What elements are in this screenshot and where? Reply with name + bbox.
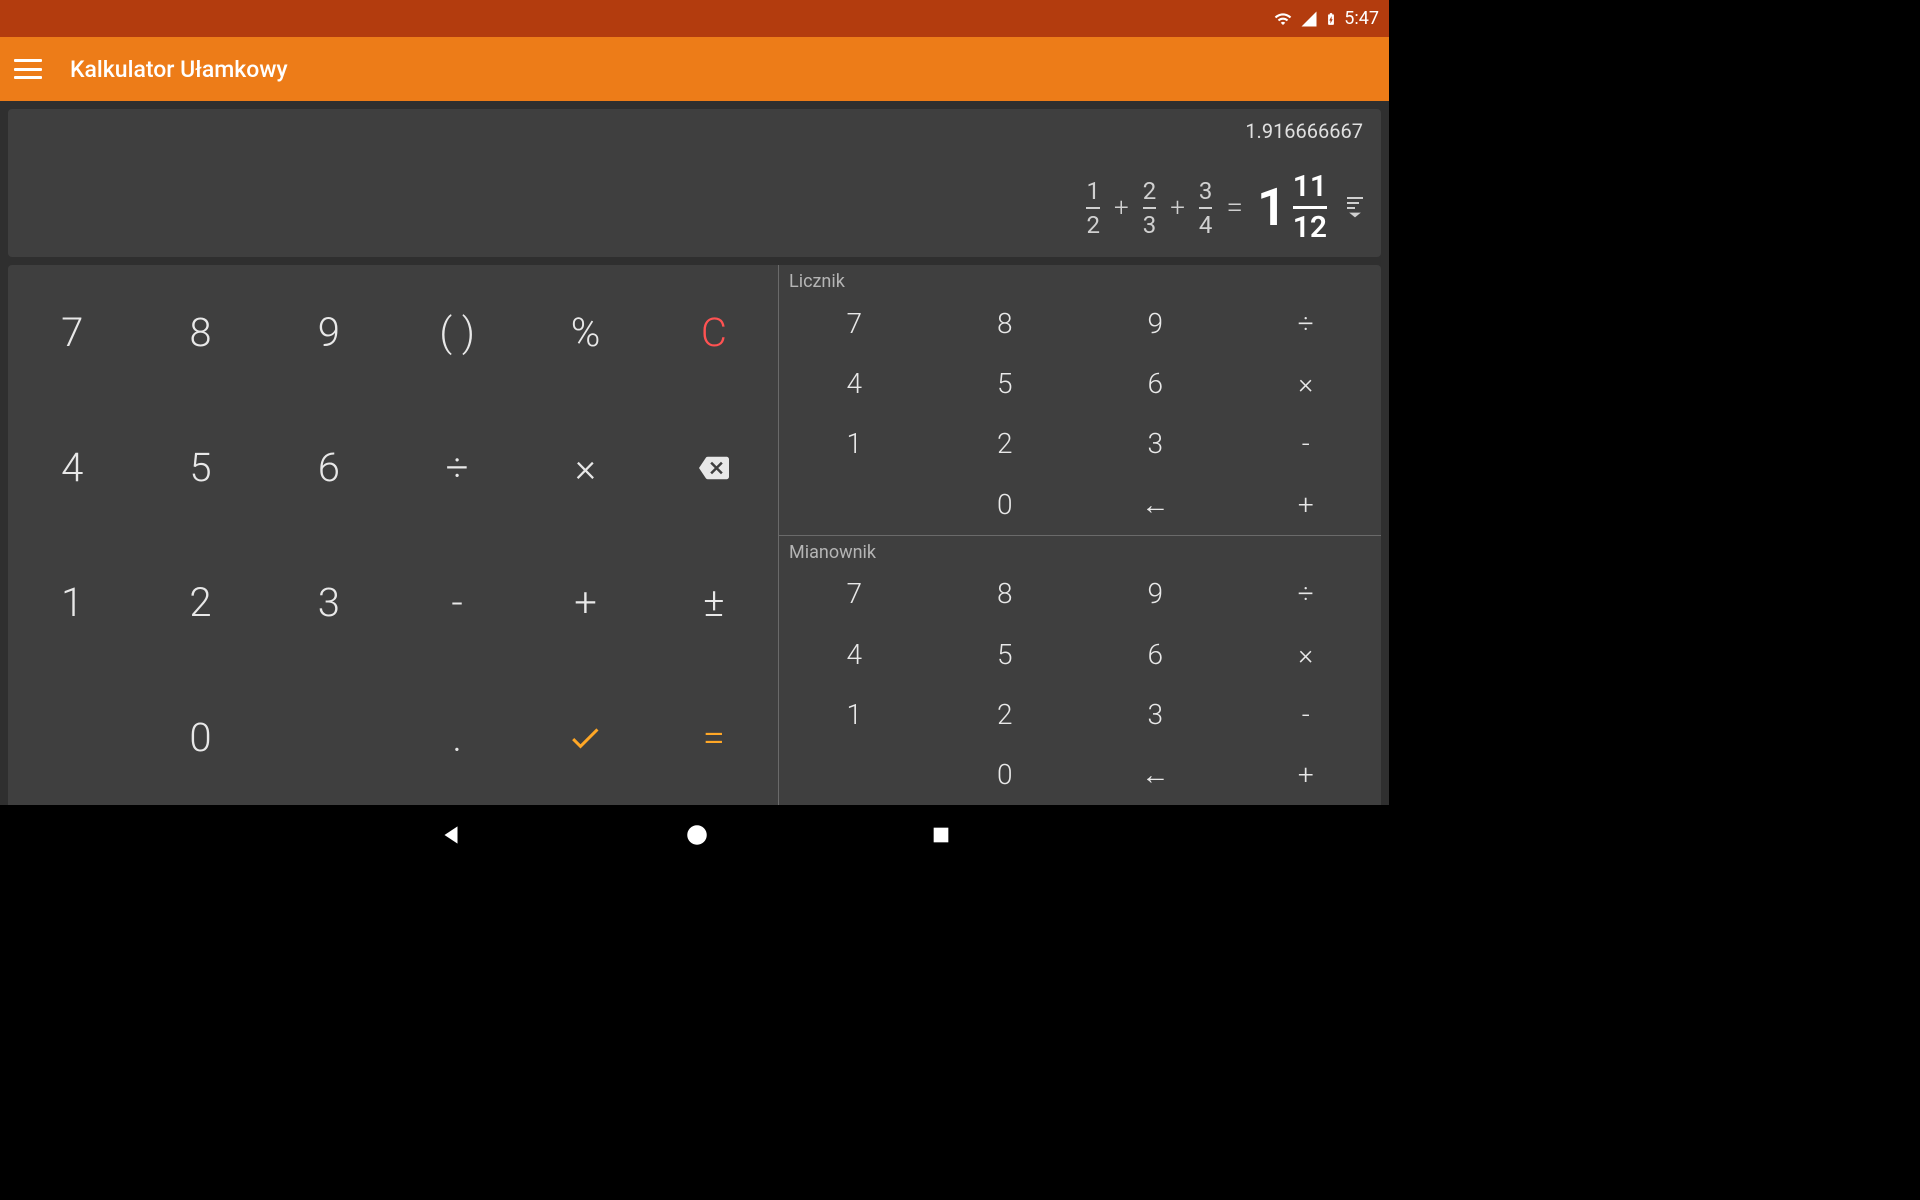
num-key-4[interactable]: 4 xyxy=(779,353,930,413)
fraction-2: 2 3 xyxy=(1143,179,1157,237)
num-key-3[interactable]: 3 xyxy=(1080,414,1231,474)
den-key-4[interactable]: 4 xyxy=(779,624,930,684)
num-key-multiply[interactable]: × xyxy=(1231,353,1382,413)
battery-charging-icon xyxy=(1324,9,1338,29)
main-keypad: 7 8 9 ( ) % C 4 5 6 ÷ × 1 2 3 - + ± xyxy=(8,265,778,805)
den-key-back[interactable]: ← xyxy=(1080,745,1231,805)
status-time: 5:47 xyxy=(1344,8,1379,29)
den-key-multiply[interactable]: × xyxy=(1231,624,1382,684)
nav-back-icon[interactable] xyxy=(438,822,464,852)
plus-icon: + xyxy=(1114,193,1129,223)
key-parentheses[interactable]: ( ) xyxy=(393,265,521,400)
plus-icon: + xyxy=(1170,193,1185,223)
den-key-2[interactable]: 2 xyxy=(930,684,1081,744)
key-percent[interactable]: % xyxy=(521,265,649,400)
key-2[interactable]: 2 xyxy=(136,535,264,670)
den-key-plus[interactable]: + xyxy=(1231,745,1382,805)
num-key-plus[interactable]: + xyxy=(1231,474,1382,534)
den-key-5[interactable]: 5 xyxy=(930,624,1081,684)
den-key-1[interactable]: 1 xyxy=(779,684,930,744)
key-7[interactable]: 7 xyxy=(8,265,136,400)
key-equals[interactable]: = xyxy=(650,670,778,805)
wifi-icon xyxy=(1272,10,1294,28)
key-4[interactable]: 4 xyxy=(8,400,136,535)
num-key-divide[interactable]: ÷ xyxy=(1231,293,1382,353)
key-minus[interactable]: - xyxy=(393,535,521,670)
keypad-area: 7 8 9 ( ) % C 4 5 6 ÷ × 1 2 3 - + ± xyxy=(8,265,1381,805)
key-plus[interactable]: + xyxy=(521,535,649,670)
key-decimal[interactable]: . xyxy=(393,670,521,805)
fraction-1: 1 2 xyxy=(1086,179,1100,237)
status-bar: 5:47 xyxy=(0,0,1389,37)
key-8[interactable]: 8 xyxy=(136,265,264,400)
navigation-bar xyxy=(0,805,1389,868)
den-key-7[interactable]: 7 xyxy=(779,564,930,624)
fraction-result: 1 11 12 xyxy=(1257,172,1327,243)
equals-sign: = xyxy=(1226,190,1243,225)
num-key-9[interactable]: 9 xyxy=(1080,293,1231,353)
numerator-label: Licznik xyxy=(779,265,1381,293)
fraction-3: 3 4 xyxy=(1199,179,1213,237)
num-key-7[interactable]: 7 xyxy=(779,293,930,353)
expand-steps-icon[interactable] xyxy=(1347,197,1363,219)
den-key-divide[interactable]: ÷ xyxy=(1231,564,1382,624)
den-key-8[interactable]: 8 xyxy=(930,564,1081,624)
num-key-6[interactable]: 6 xyxy=(1080,353,1231,413)
key-blank xyxy=(8,670,136,805)
key-multiply[interactable]: × xyxy=(521,400,649,535)
num-key-5[interactable]: 5 xyxy=(930,353,1081,413)
den-key-minus[interactable]: - xyxy=(1231,684,1382,744)
signal-icon xyxy=(1300,10,1318,28)
key-6[interactable]: 6 xyxy=(265,400,393,535)
num-key-blank xyxy=(779,474,930,534)
num-key-minus[interactable]: - xyxy=(1231,414,1382,474)
key-5[interactable]: 5 xyxy=(136,400,264,535)
key-1[interactable]: 1 xyxy=(8,535,136,670)
nav-recent-icon[interactable] xyxy=(930,824,952,850)
num-key-2[interactable]: 2 xyxy=(930,414,1081,474)
key-divide[interactable]: ÷ xyxy=(393,400,521,535)
fraction-keypad: Licznik 7 8 9 ÷ 4 5 6 × 1 2 3 - xyxy=(778,265,1381,805)
key-3[interactable]: 3 xyxy=(265,535,393,670)
num-key-back[interactable]: ← xyxy=(1080,474,1231,534)
denominator-section: Mianownik 7 8 9 ÷ 4 5 6 × 1 2 3 - xyxy=(779,536,1381,806)
key-plusminus[interactable]: ± xyxy=(650,535,778,670)
app-bar: Kalkulator Ułamkowy xyxy=(0,37,1389,101)
den-key-9[interactable]: 9 xyxy=(1080,564,1231,624)
den-key-6[interactable]: 6 xyxy=(1080,624,1231,684)
app-title: Kalkulator Ułamkowy xyxy=(70,56,288,83)
den-key-0[interactable]: 0 xyxy=(930,745,1081,805)
calculation-display: 1.916666667 1 2 + 2 3 + 3 4 = 1 xyxy=(8,109,1381,257)
num-key-0[interactable]: 0 xyxy=(930,474,1081,534)
den-key-blank xyxy=(779,745,930,805)
numerator-section: Licznik 7 8 9 ÷ 4 5 6 × 1 2 3 - xyxy=(779,265,1381,536)
den-key-3[interactable]: 3 xyxy=(1080,684,1231,744)
key-0[interactable]: 0 xyxy=(136,670,264,805)
num-key-8[interactable]: 8 xyxy=(930,293,1081,353)
num-key-1[interactable]: 1 xyxy=(779,414,930,474)
fraction-expression: 1 2 + 2 3 + 3 4 = 1 11 12 xyxy=(1086,172,1363,243)
key-blank xyxy=(265,670,393,805)
denominator-label: Mianownik xyxy=(779,536,1381,564)
key-clear[interactable]: C xyxy=(650,265,778,400)
key-backspace[interactable] xyxy=(650,400,778,535)
decimal-result: 1.916666667 xyxy=(1245,119,1363,143)
nav-home-icon[interactable] xyxy=(684,822,710,852)
menu-icon[interactable] xyxy=(14,59,42,79)
key-check[interactable] xyxy=(521,670,649,805)
key-9[interactable]: 9 xyxy=(265,265,393,400)
